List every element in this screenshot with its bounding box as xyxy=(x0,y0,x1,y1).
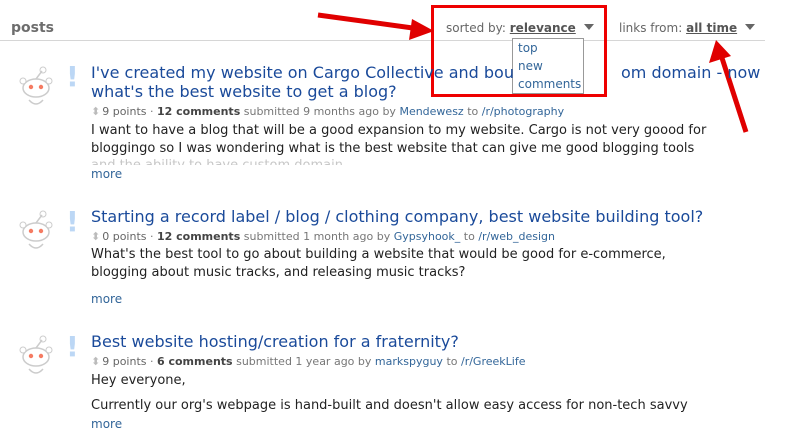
subreddit-link[interactable]: /r/GreekLife xyxy=(461,355,525,368)
comments-link[interactable]: 12 comments xyxy=(157,230,240,243)
reddit-alien-icon xyxy=(19,335,53,374)
author-link[interactable]: Gypsyhook_ xyxy=(394,230,461,243)
vote-arrows-icon[interactable]: ⬍ xyxy=(91,355,100,368)
post-body-line: Currently our org's webpage is hand-buil… xyxy=(91,398,688,413)
subreddit-link[interactable]: /r/web_design xyxy=(478,230,555,243)
post-body-line-faded: and the ability to have custom domain xyxy=(91,157,343,165)
post-title[interactable]: Starting a record label / blog / clothin… xyxy=(91,207,703,226)
post-body-line: Hey everyone, xyxy=(91,373,186,388)
more-link[interactable]: more xyxy=(91,167,122,181)
author-link[interactable]: markspyguy xyxy=(375,355,443,368)
post-meta: ⬍ 9 points · 6 comments submitted 1 year … xyxy=(91,355,526,368)
exclamation-icon: ! xyxy=(66,60,79,93)
vote-arrows-icon[interactable]: ⬍ xyxy=(91,105,100,118)
to-text: to xyxy=(463,230,475,243)
points: 0 points xyxy=(102,230,147,243)
arrow-to-sort-icon xyxy=(317,12,434,40)
post-title[interactable]: I've created my website on Cargo Collect… xyxy=(91,63,514,82)
post-title-line[interactable]: I've created my website on Cargo Collect… xyxy=(91,63,514,82)
arrow-to-links-from-icon xyxy=(709,40,749,133)
post-title-line-2[interactable]: what's the best website to get a blog? xyxy=(91,82,397,101)
post-title-tail[interactable]: om domain - now xyxy=(621,63,760,82)
vote-arrows-icon[interactable]: ⬍ xyxy=(91,230,100,243)
post-body-line: bloggingo so I was wondering what is the… xyxy=(91,141,695,156)
post-body-line: I want to have a blog that will be a goo… xyxy=(91,123,707,138)
comments-link[interactable]: 6 comments xyxy=(157,355,233,368)
subreddit-link[interactable]: /r/photography xyxy=(482,105,564,118)
reddit-alien-icon xyxy=(19,210,53,249)
author-link[interactable]: Mendewesz xyxy=(399,105,463,118)
to-text: to xyxy=(467,105,479,118)
points: 9 points xyxy=(102,105,147,118)
more-link[interactable]: more xyxy=(91,417,122,431)
submitted-text: submitted 9 months ago by xyxy=(243,105,396,118)
comments-link[interactable]: 12 comments xyxy=(157,105,240,118)
submitted-text: submitted 1 year ago by xyxy=(236,355,372,368)
to-text: to xyxy=(446,355,458,368)
post-title[interactable]: Best website hosting/creation for a frat… xyxy=(91,332,459,351)
post-meta: ⬍ 0 points · 12 comments submitted 1 mont… xyxy=(91,230,556,243)
post-meta: ⬍ 9 points · 12 comments submitted 9 mont… xyxy=(91,105,565,118)
exclamation-icon: ! xyxy=(66,330,79,363)
reddit-alien-icon xyxy=(19,66,53,105)
post-body-line: What's the best tool to go about buildin… xyxy=(91,247,666,262)
submitted-text: submitted 1 month ago by xyxy=(243,230,391,243)
points: 9 points xyxy=(102,355,147,368)
exclamation-icon: ! xyxy=(66,205,79,238)
post-body-line: blogging about music tracks, and releasi… xyxy=(91,265,466,280)
more-link[interactable]: more xyxy=(91,292,122,306)
